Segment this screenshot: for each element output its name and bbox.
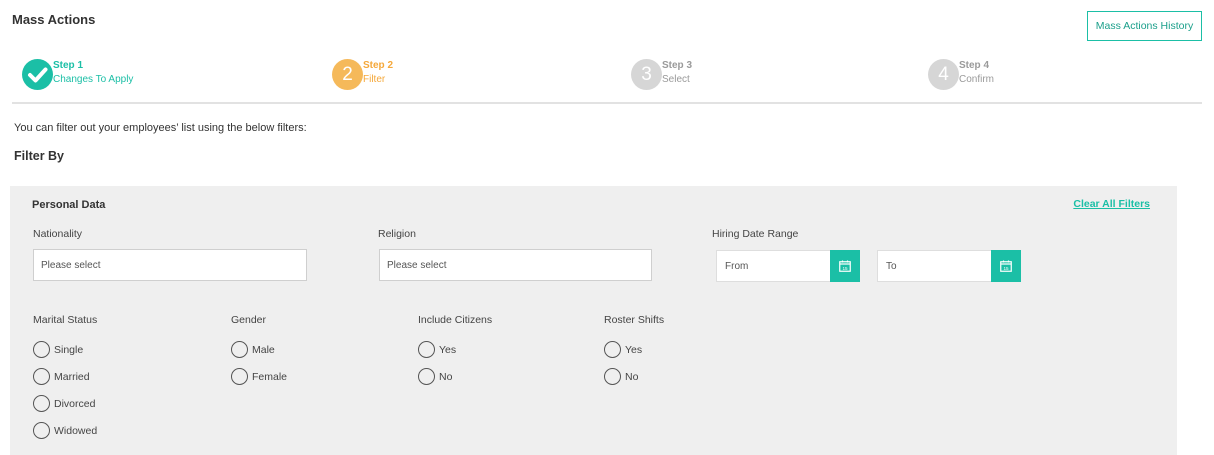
radio-circle-icon[interactable] (231, 368, 248, 385)
radio-circle-icon[interactable] (33, 341, 50, 358)
step-3[interactable]: 3 Step 3 Select (631, 59, 692, 90)
radio-circle-icon[interactable] (231, 341, 248, 358)
roster-shifts-no-radio[interactable]: No (604, 368, 638, 385)
radio-circle-icon[interactable] (33, 368, 50, 385)
step-4-badge: 4 (928, 59, 959, 90)
personal-data-panel: Personal Data Clear All Filters National… (10, 186, 1177, 455)
radio-label: Single (54, 343, 84, 356)
include-citizens-yes-radio[interactable]: Yes (418, 341, 456, 358)
hiring-date-from-input[interactable]: From (716, 250, 831, 282)
page-title: Mass Actions (12, 12, 96, 27)
hiring-date-to-input[interactable]: To (877, 250, 992, 282)
radio-label: No (439, 370, 453, 383)
calendar-day-text: 15 (842, 266, 848, 271)
stepper: Step 1 Changes To Apply 2 Step 2 Filter … (12, 54, 1202, 104)
panel-title: Personal Data (32, 199, 106, 211)
step-1[interactable]: Step 1 Changes To Apply (22, 59, 133, 90)
step-3-number: Step 3 (662, 60, 693, 71)
gender-female-radio[interactable]: Female (231, 368, 287, 385)
radio-circle-icon[interactable] (604, 341, 621, 358)
religion-select[interactable]: Please select (379, 249, 652, 281)
radio-label: Divorced (54, 397, 96, 410)
marital-status-married-radio[interactable]: Married (33, 368, 90, 385)
calendar-icon[interactable]: 15 (991, 250, 1021, 282)
calendar-icon[interactable]: 15 (830, 250, 860, 282)
hiring-date-range-label: Hiring Date Range (712, 228, 799, 240)
step-3-label: Select (662, 74, 690, 85)
step-1-label: Changes To Apply (53, 74, 134, 85)
step-4[interactable]: 4 Step 4 Confirm (928, 59, 994, 90)
step-4-number: Step 4 (959, 60, 990, 71)
radio-circle-icon[interactable] (418, 341, 435, 358)
gender-label: Gender (231, 314, 267, 326)
radio-circle-icon[interactable] (33, 422, 50, 439)
radio-label: Female (252, 370, 288, 383)
mass-actions-history-button[interactable]: Mass Actions History (1087, 11, 1202, 41)
step-1-number: Step 1 (53, 60, 84, 71)
radio-circle-icon[interactable] (604, 368, 621, 385)
roster-shifts-label: Roster Shifts (604, 314, 665, 326)
radio-circle-icon[interactable] (33, 395, 50, 412)
roster-shifts-yes-radio[interactable]: Yes (604, 341, 642, 358)
calendar-day-text: 15 (1003, 266, 1009, 271)
step-4-label: Confirm (959, 74, 995, 85)
include-citizens-no-radio[interactable]: No (418, 368, 452, 385)
radio-label: Yes (439, 343, 457, 356)
gender-male-radio[interactable]: Male (231, 341, 275, 358)
step-2[interactable]: 2 Step 2 Filter (332, 59, 393, 90)
radio-label: No (625, 370, 639, 383)
marital-status-single-radio[interactable]: Single (33, 341, 83, 358)
radio-label: Male (252, 343, 275, 356)
marital-status-widowed-radio[interactable]: Widowed (33, 422, 97, 439)
clear-all-filters-link[interactable]: Clear All Filters (1073, 198, 1150, 210)
nationality-label: Nationality (33, 228, 83, 240)
radio-label: Yes (625, 343, 643, 356)
step-2-number: Step 2 (363, 60, 394, 71)
radio-circle-icon[interactable] (418, 368, 435, 385)
step-2-badge: 2 (332, 59, 363, 90)
marital-status-divorced-radio[interactable]: Divorced (33, 395, 95, 412)
step-3-badge: 3 (631, 59, 662, 90)
nationality-select[interactable]: Please select (33, 249, 307, 281)
radio-label: Widowed (54, 424, 98, 437)
intro-text: You can filter out your employees’ list … (14, 122, 307, 134)
marital-status-label: Marital Status (33, 314, 98, 326)
check-icon (22, 59, 53, 90)
filter-by-heading: Filter By (14, 149, 65, 163)
step-2-label: Filter (363, 74, 386, 85)
include-citizens-label: Include Citizens (418, 314, 493, 326)
radio-label: Married (54, 370, 90, 383)
religion-label: Religion (378, 228, 416, 240)
